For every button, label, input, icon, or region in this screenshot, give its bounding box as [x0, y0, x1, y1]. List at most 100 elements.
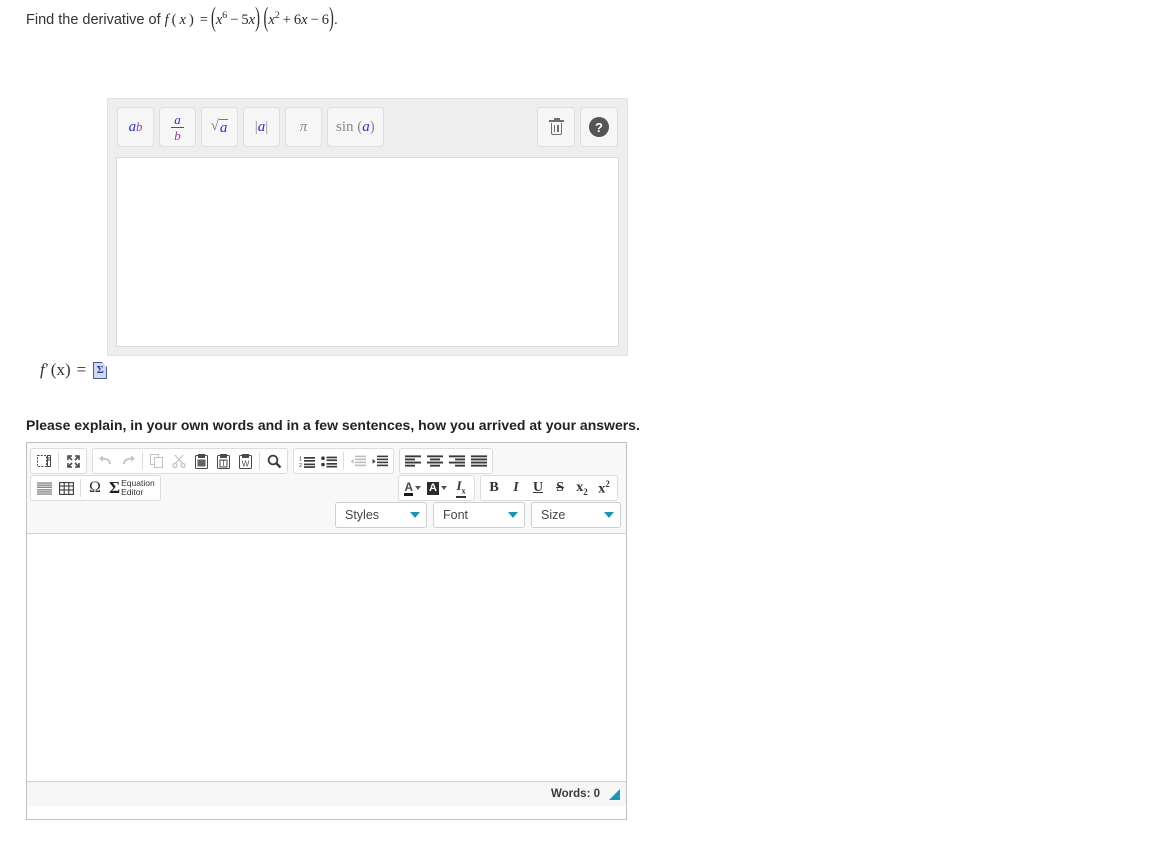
exponent-power: b [136, 119, 143, 134]
exponent-button[interactable]: ab [117, 107, 154, 147]
f2-op1: + [282, 11, 291, 28]
rich-text-toolbar: T W 12 Ω Σ Equation Editor A A Ix B I U … [27, 443, 626, 534]
square-root-button[interactable]: √ a [201, 107, 238, 147]
italic-button[interactable]: I [505, 477, 527, 499]
remove-format-icon[interactable]: Ix [450, 477, 472, 499]
f1-op: − [230, 11, 239, 28]
separator [259, 452, 260, 470]
equation-editor-label: Equation Editor [120, 479, 155, 497]
rich-text-body[interactable] [27, 534, 626, 781]
math-editor-panel: ab a b √ a | a | π sin (a) ? [107, 98, 628, 356]
question-prefix: Find the derivative of [26, 11, 161, 28]
font-dropdown-label: Font [443, 508, 469, 522]
horizontal-rule-icon[interactable] [33, 477, 55, 499]
toolbar-group-align [399, 448, 493, 474]
help-icon: ? [589, 117, 609, 137]
text-color-glyph: A [404, 479, 414, 496]
math-input-field[interactable] [116, 157, 619, 347]
table-icon[interactable] [55, 477, 77, 499]
clear-math-button[interactable] [537, 107, 575, 147]
open-paren-1: ( [210, 3, 216, 34]
toolbar-row-1: T W 12 [30, 448, 623, 474]
svg-text:T: T [221, 459, 226, 468]
background-color-icon[interactable]: A [424, 477, 450, 499]
italic-glyph: I [513, 480, 519, 495]
font-dropdown[interactable]: Font [433, 502, 525, 528]
separator [80, 479, 81, 497]
radical-glyph: √ a [210, 117, 229, 136]
chevron-down-icon [415, 486, 422, 490]
svg-text:1: 1 [299, 456, 302, 462]
align-center-icon[interactable] [424, 450, 446, 472]
svg-text:2: 2 [299, 463, 302, 468]
math-editor-toolbar: ab a b √ a | a | π sin (a) ? [108, 99, 627, 156]
chevron-down-icon [604, 512, 614, 518]
fraction-button[interactable]: a b [159, 107, 196, 147]
bold-button[interactable]: B [483, 477, 505, 499]
equation-editor-button[interactable]: Σ Equation Editor [106, 477, 158, 499]
toolbar-group-clipboard: T W [92, 448, 288, 474]
copy-icon[interactable] [146, 450, 168, 472]
superscript-button[interactable]: x2 [593, 477, 615, 499]
sine-paren-right: ) [369, 118, 375, 135]
numbered-list-icon[interactable]: 12 [296, 450, 318, 472]
undo-icon[interactable] [95, 450, 117, 472]
separator [142, 452, 143, 470]
scissors-icon[interactable] [168, 450, 190, 472]
remove-format-glyph: Ix [456, 478, 466, 498]
toolbar-row-3: Styles Font Size [30, 502, 623, 528]
pi-button[interactable]: π [285, 107, 322, 147]
source-icon[interactable] [33, 450, 55, 472]
sine-arg: a [362, 118, 370, 135]
bulleted-list-icon[interactable] [318, 450, 340, 472]
magnifier-icon[interactable] [263, 450, 285, 472]
underline-button[interactable]: U [527, 477, 549, 499]
size-dropdown[interactable]: Size [531, 502, 621, 528]
redo-icon[interactable] [117, 450, 139, 472]
pi-glyph: π [299, 118, 308, 135]
answer-row: f ′ (x) = Σ [40, 360, 108, 380]
toolbar-group-document [30, 448, 87, 474]
text-color-icon[interactable]: A [401, 477, 424, 499]
styles-dropdown[interactable]: Styles [335, 502, 427, 528]
abs-bar-right: | [265, 118, 269, 135]
rich-text-footer: Words: 0 [27, 781, 626, 806]
equation-editor-icon[interactable]: Σ [93, 361, 108, 379]
outdent-icon[interactable] [347, 450, 369, 472]
separator [58, 452, 59, 470]
sigma-glyph: Σ [96, 364, 104, 376]
clipboard-word-icon[interactable]: W [234, 450, 256, 472]
chevron-down-icon [410, 512, 420, 518]
omega-icon[interactable]: Ω [84, 477, 106, 499]
equation-editor-label-line2: Editor [121, 487, 144, 497]
strikethrough-button[interactable]: S [549, 477, 571, 499]
question-variable: x [179, 11, 186, 28]
sine-button[interactable]: sin (a) [327, 107, 384, 147]
toolbar-group-paragraph: 12 [293, 448, 394, 474]
question-expression: f(x) = (x6−5x) (x2 +6x −6) [164, 3, 334, 34]
fraction-denominator: b [171, 126, 184, 142]
resize-grip-icon[interactable] [609, 788, 620, 800]
align-right-icon[interactable] [446, 450, 468, 472]
math-help-button[interactable]: ? [580, 107, 618, 147]
subscript-button[interactable]: x2 [571, 477, 593, 499]
clipboard-icon[interactable] [190, 450, 212, 472]
styles-dropdown-label: Styles [345, 508, 380, 522]
chevron-down-icon [441, 486, 447, 490]
absolute-value-button[interactable]: | a | [243, 107, 280, 147]
indent-icon[interactable] [369, 450, 391, 472]
trash-icon [548, 117, 564, 135]
chevron-down-icon [508, 512, 518, 518]
answer-paren-x: (x) [50, 360, 71, 379]
size-dropdown-label: Size [541, 508, 566, 522]
toolbar-group-insert: Ω Σ Equation Editor [30, 475, 161, 501]
justify-icon[interactable] [468, 450, 490, 472]
background-color-glyph: A [427, 481, 439, 495]
superscript-glyph: x2 [598, 478, 610, 497]
clipboard-text-icon[interactable]: T [212, 450, 234, 472]
toolbar-group-color: A A Ix [398, 475, 475, 501]
answer-equals: = [76, 360, 87, 379]
maximize-icon[interactable] [62, 450, 84, 472]
word-count-label: Words: 0 [551, 788, 600, 800]
align-left-icon[interactable] [402, 450, 424, 472]
